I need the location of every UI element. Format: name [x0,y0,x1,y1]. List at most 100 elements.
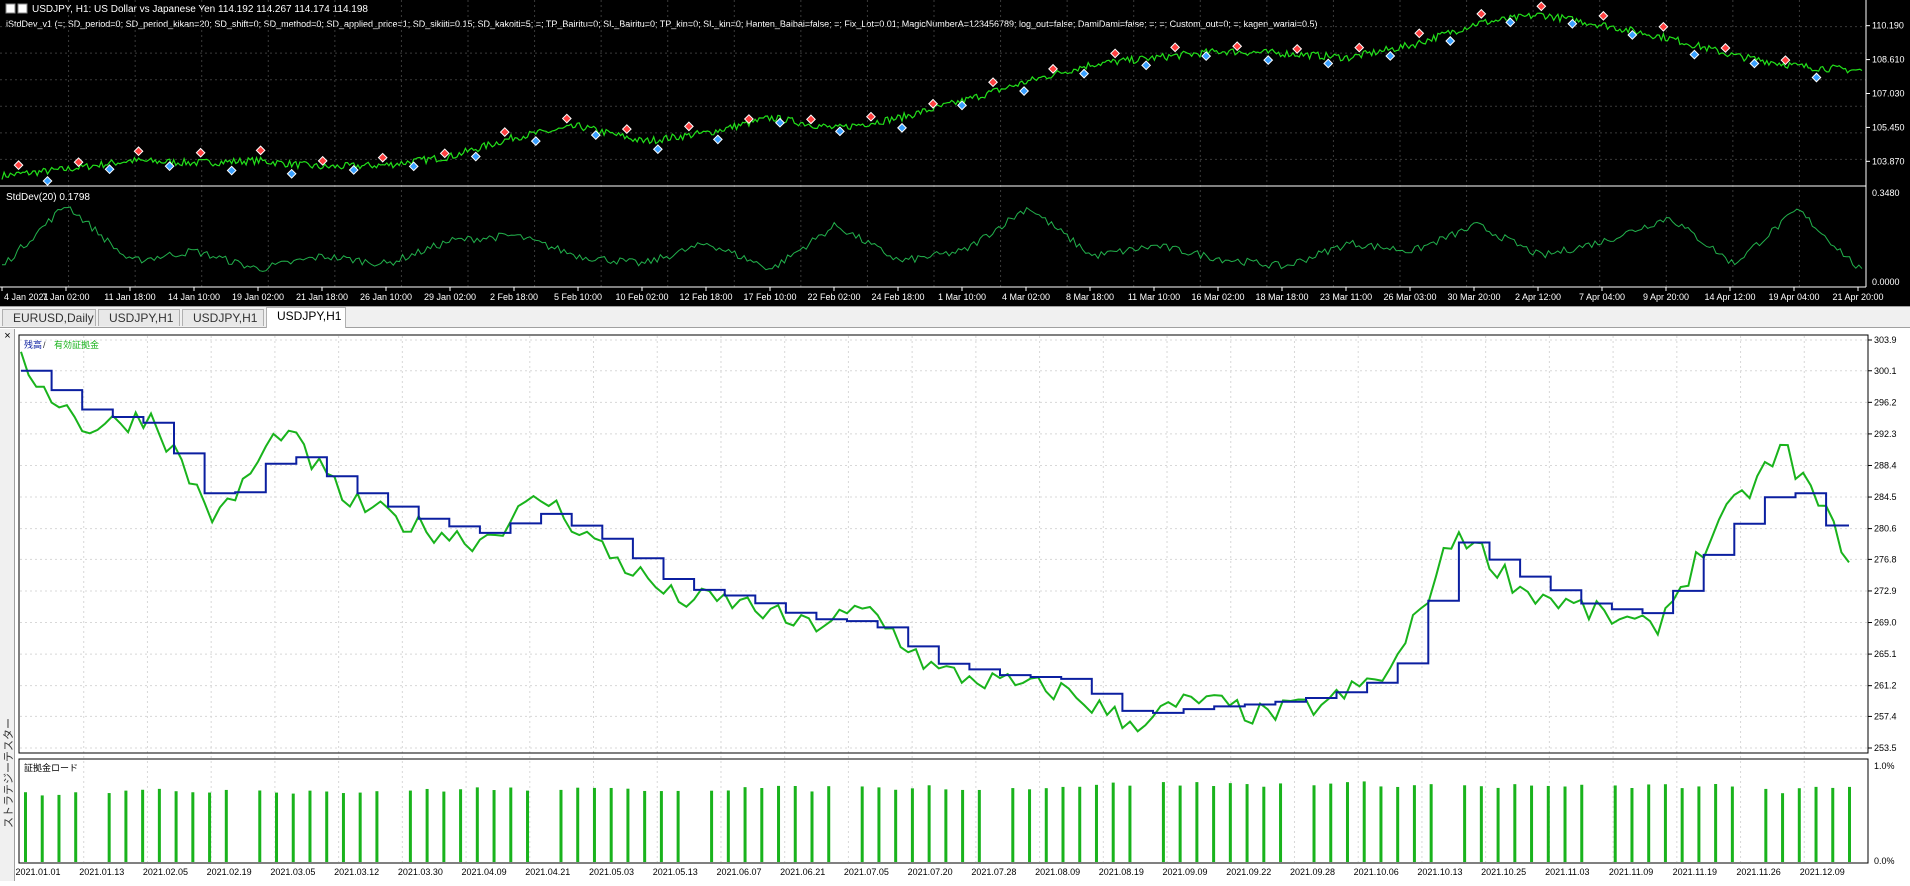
date-tick-label: 2021.11.26 [1736,867,1780,877]
time-tick-label: 22 Feb 02:00 [807,292,860,302]
price-chart-window[interactable]: USDJPY, H1: US Dollar vs Japanese Yen 11… [0,0,1910,306]
stddev-label: StdDev(20) 0.1798 [6,192,90,203]
date-tick-label: 2021.08.19 [1099,867,1144,877]
price-chart-canvas[interactable]: USDJPY, H1: US Dollar vs Japanese Yen 11… [0,0,1910,306]
load-bar [894,789,898,862]
date-tick-label: 2021.09.09 [1163,867,1208,877]
load-bar [1680,788,1684,862]
time-tick-label: 30 Mar 20:00 [1447,292,1500,302]
load-bar [224,789,228,862]
balance-tick-label: 284.5 [1874,492,1897,502]
date-tick-label: 2021.11.09 [1609,867,1653,877]
load-bar [777,785,781,862]
date-tick-label: 2021.03.30 [398,867,443,877]
time-tick-label: 18 Mar 18:00 [1255,292,1308,302]
load-bar [1848,786,1851,862]
price-tick-label: 105.450 [1872,122,1905,132]
time-tick-label: 16 Mar 02:00 [1191,292,1244,302]
load-bar [74,792,78,862]
time-tick-label: 9 Apr 20:00 [1643,292,1689,302]
load-bar [659,791,663,862]
price-tick-label: 107.030 [1872,89,1905,99]
load-bar [107,793,111,862]
load-bar [1463,785,1467,862]
load-bar [827,786,831,862]
load-bar [174,791,178,862]
load-bar [1663,784,1667,862]
load-bar [1011,788,1015,862]
load-bar [977,789,981,862]
time-tick-label: 23 Mar 11:00 [1320,292,1372,302]
load-bar [1161,782,1165,862]
load-bar [1128,785,1132,862]
load-bar [609,787,613,862]
time-tick-label: 7 Jan 02:00 [42,292,89,302]
time-tick-label: 21 Jan 18:00 [296,292,348,302]
load-bar [576,787,580,862]
strategy-tester-label[interactable]: ストラテジーテスター [0,718,16,828]
load-bar [157,788,161,862]
load-bar [1111,782,1115,862]
load-bar [1513,784,1517,862]
balance-tick-label: 280.6 [1874,524,1897,534]
balance-tick-label: 276.8 [1874,554,1897,564]
time-tick-label: 26 Jan 10:00 [360,292,412,302]
balance-tick-label: 288.4 [1874,460,1897,470]
price-tick-label: 110.190 [1872,21,1904,31]
load-axis-max: 1.0% [1874,761,1895,771]
date-tick-label: 2021.08.09 [1035,867,1080,877]
tab-usdjpy-h1-2[interactable]: USDJPY,H1 [182,309,264,326]
load-bar [1630,788,1634,862]
load-bar [1028,789,1032,862]
date-tick-label: 2021.09.22 [1226,867,1271,877]
load-bar [475,787,479,862]
legend-balance: 残高 [24,339,42,350]
load-bar [1764,788,1768,862]
time-tick-label: 14 Jan 10:00 [168,292,220,302]
load-bar [1396,786,1400,862]
tab-usdjpy-h1-1[interactable]: USDJPY,H1 [98,309,180,326]
load-bar [760,788,764,862]
tab-usdjpy-h1-active[interactable]: USDJPY,H1 [266,307,346,328]
load-bar [1429,784,1433,862]
time-tick-label: 8 Mar 18:00 [1066,292,1114,302]
load-bar [358,792,362,862]
load-bar [1061,786,1065,862]
legend-equity: 有効証拠金 [54,339,99,350]
load-bar [442,791,446,862]
load-bar [743,787,747,862]
load-bar [1195,782,1199,862]
load-bar [1178,785,1182,862]
date-tick-label: 2021.03.12 [334,867,379,877]
time-tick-label: 4 Mar 02:00 [1002,292,1050,302]
load-bar [208,792,212,862]
load-bar [1212,786,1216,862]
load-bar [877,787,881,862]
load-bar [526,790,530,862]
load-bar [1797,788,1801,862]
load-bar [509,787,513,862]
time-tick-label: 19 Apr 04:00 [1768,292,1819,302]
time-tick-label: 14 Apr 12:00 [1704,292,1755,302]
load-bar [961,789,965,862]
date-tick-label: 2021.10.13 [1417,867,1462,877]
close-icon[interactable]: × [2,331,13,342]
load-bar [726,790,730,862]
date-tick-label: 2021.04.09 [462,867,507,877]
load-bar [275,792,279,862]
indicator-parameters: iStdDev_v1 (=; SD_period=0; SD_period_ki… [6,19,1317,29]
time-tick-label: 29 Jan 02:00 [424,292,476,302]
date-axis: 2021.01.01 2021.01.13 2021.02.05 2021.02.19… [15,867,1844,877]
load-bar [592,787,596,862]
load-bar [1329,783,1333,862]
load-bar [1496,787,1500,862]
load-bar [425,788,429,862]
balance-tick-label: 257.4 [1874,711,1897,721]
load-bar [408,790,412,862]
load-bar [258,790,262,862]
load-bar [325,791,329,862]
tab-eurusd-daily[interactable]: EURUSD,Daily [2,309,96,326]
time-tick-label: 17 Feb 10:00 [743,292,796,302]
balance-tick-label: 303.9 [1874,335,1897,345]
load-bar [1714,784,1718,862]
